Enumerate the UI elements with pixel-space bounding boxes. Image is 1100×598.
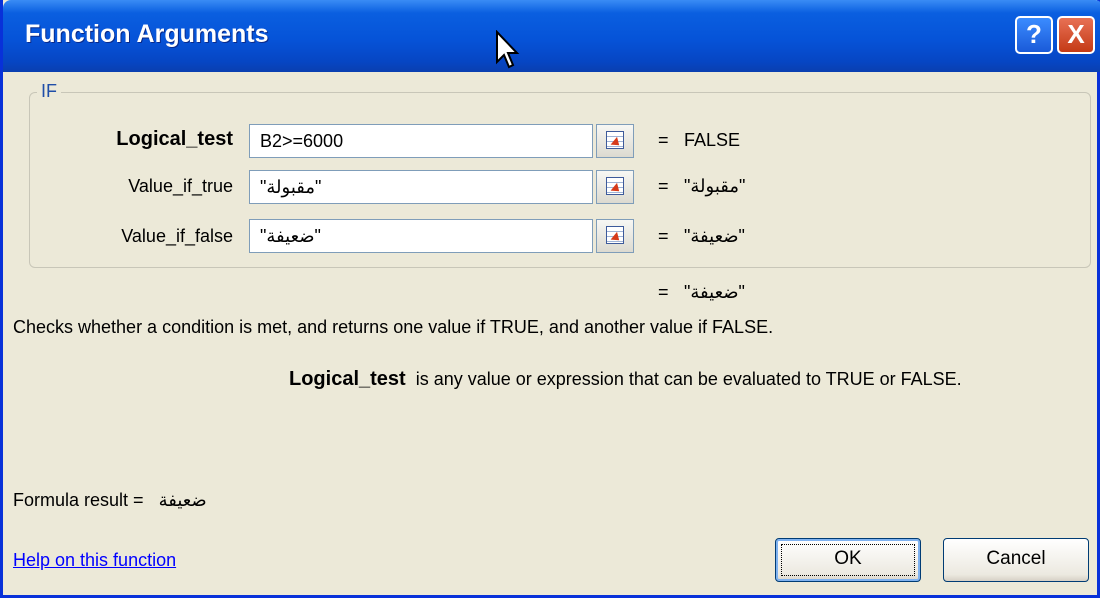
close-button[interactable]: X bbox=[1057, 16, 1095, 54]
value-if-true-collapse-button[interactable] bbox=[596, 170, 634, 204]
value-if-false-result-value: "ضعيفة" bbox=[684, 226, 745, 246]
value-if-false-collapse-button[interactable] bbox=[596, 219, 634, 253]
help-on-function-link[interactable]: Help on this function bbox=[13, 550, 176, 571]
value-if-true-result: = "مقبولة" bbox=[658, 176, 745, 197]
formula-result-label: Formula result = bbox=[13, 490, 144, 510]
argument-help: Logical_test is any value or expression … bbox=[289, 368, 962, 391]
equals-sign: = bbox=[658, 130, 669, 150]
help-button[interactable]: ? bbox=[1015, 16, 1053, 54]
value-if-true-result-value: "مقبولة" bbox=[684, 176, 746, 196]
logical-test-result: = FALSE bbox=[658, 130, 740, 151]
logical-test-collapse-button[interactable] bbox=[596, 124, 634, 158]
value-if-true-label: Value_if_true bbox=[128, 176, 233, 196]
value-if-false-result: = "ضعيفة" bbox=[658, 226, 745, 247]
value-if-false-label: Value_if_false bbox=[121, 226, 233, 246]
dialog-title: Function Arguments bbox=[25, 20, 269, 48]
logical-test-label: Logical_test bbox=[116, 128, 233, 150]
function-result: = "ضعيفة" bbox=[658, 282, 745, 303]
argument-help-text: is any value or expression that can be e… bbox=[415, 369, 962, 389]
ok-button[interactable]: OK bbox=[775, 538, 921, 582]
formula-result-value: ضعيفة bbox=[158, 490, 207, 510]
function-description: Checks whether a condition is met, and r… bbox=[13, 317, 774, 337]
function-arguments-dialog: Function Arguments ? X IF Logical_test B… bbox=[0, 0, 1100, 598]
argument-help-name: Logical_test bbox=[289, 368, 406, 390]
equals-sign: = bbox=[658, 176, 669, 196]
logical-test-result-value: FALSE bbox=[684, 130, 741, 150]
focus-rectangle bbox=[781, 544, 915, 576]
value-if-false-input[interactable]: "ضعيفة" bbox=[249, 219, 593, 253]
equals-sign: = bbox=[658, 226, 669, 246]
logical-test-input[interactable]: B2>=6000 bbox=[249, 124, 593, 158]
function-name-label: IF bbox=[37, 81, 61, 102]
equals-sign: = bbox=[658, 282, 669, 302]
formula-result: Formula result = ضعيفة bbox=[13, 490, 207, 511]
title-bar[interactable]: Function Arguments ? X bbox=[3, 0, 1100, 72]
function-result-value: "ضعيفة" bbox=[684, 282, 745, 302]
value-if-true-input[interactable]: "مقبولة" bbox=[249, 170, 593, 204]
cancel-button[interactable]: Cancel bbox=[943, 538, 1089, 582]
mouse-pointer-icon bbox=[496, 30, 520, 69]
